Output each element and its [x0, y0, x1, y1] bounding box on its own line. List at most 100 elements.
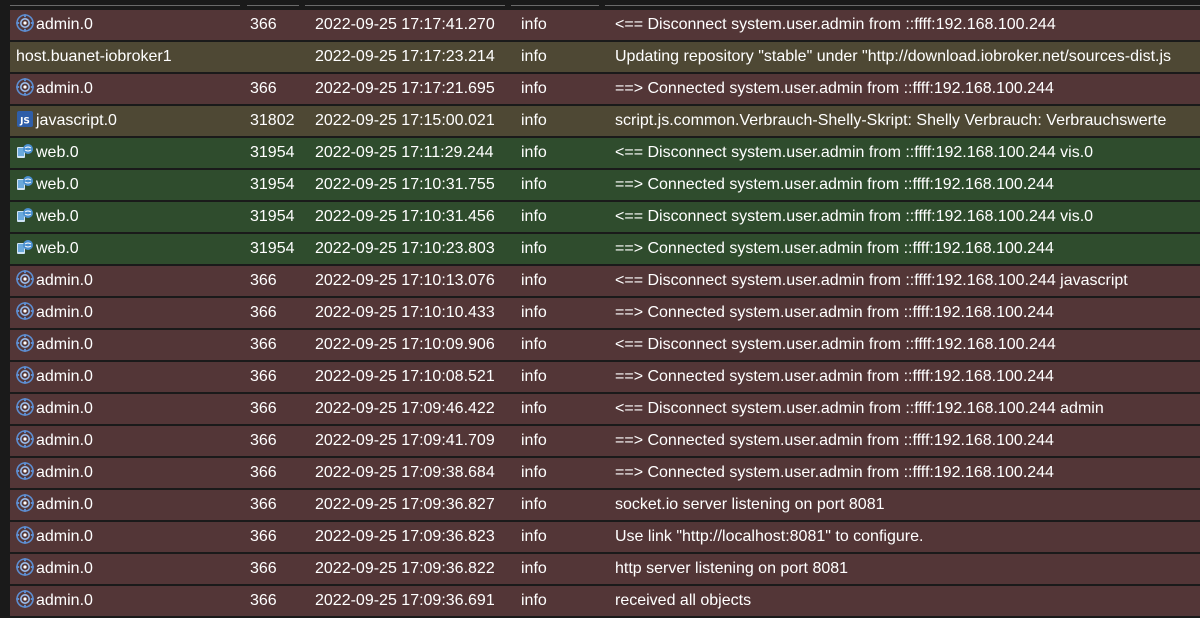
- admin-gear-icon: [16, 590, 34, 608]
- web-adapter-icon: [16, 238, 34, 256]
- log-source-text: admin.0: [36, 304, 93, 321]
- log-pid: 366: [250, 304, 277, 321]
- log-time: 2022-09-25 17:10:31.456: [315, 208, 495, 225]
- log-message: <== Disconnect system.user.admin from ::…: [615, 272, 1128, 289]
- log-message: <== Disconnect system.user.admin from ::…: [615, 336, 1056, 353]
- log-message: ==> Connected system.user.admin from ::f…: [615, 464, 1054, 481]
- log-source: admin.0: [16, 330, 93, 360]
- admin-gear-icon: [16, 78, 34, 96]
- admin-gear-icon: [16, 334, 34, 352]
- log-row[interactable]: web.0 31954 2022-09-25 17:10:31.456 info…: [10, 202, 1200, 232]
- log-source-text: admin.0: [36, 336, 93, 353]
- admin-gear-icon: [16, 558, 34, 576]
- log-row[interactable]: admin.0 366 2022-09-25 17:17:41.270 info…: [10, 10, 1200, 40]
- log-source-text: javascript.0: [36, 112, 117, 129]
- log-message: <== Disconnect system.user.admin from ::…: [615, 16, 1056, 33]
- log-time: 2022-09-25 17:10:31.755: [315, 176, 495, 193]
- log-source-text: web.0: [36, 208, 79, 225]
- log-time: 2022-09-25 17:09:38.684: [315, 464, 495, 481]
- log-source-text: admin.0: [36, 80, 93, 97]
- log-message: <== Disconnect system.user.admin from ::…: [615, 400, 1104, 417]
- log-severity: info: [521, 144, 547, 161]
- log-severity: info: [521, 464, 547, 481]
- log-table: admin.0 366 2022-09-25 17:17:41.270 info…: [10, 10, 1200, 618]
- log-time: 2022-09-25 17:09:41.709: [315, 432, 495, 449]
- admin-gear-icon: [16, 302, 34, 320]
- log-severity: info: [521, 176, 547, 193]
- log-pid: 31954: [250, 176, 295, 193]
- log-severity: info: [521, 112, 547, 129]
- log-severity: info: [521, 368, 547, 385]
- log-message: ==> Connected system.user.admin from ::f…: [615, 368, 1054, 385]
- log-message: ==> Connected system.user.admin from ::f…: [615, 304, 1054, 321]
- web-adapter-icon: [16, 174, 34, 192]
- javascript-js-icon: JS: [16, 110, 34, 128]
- log-source: admin.0: [16, 426, 93, 456]
- log-severity: info: [521, 272, 547, 289]
- log-source-text: admin.0: [36, 432, 93, 449]
- log-source-text: host.buanet-iobroker1: [16, 48, 172, 65]
- log-source: admin.0: [16, 458, 93, 488]
- log-source: admin.0: [16, 74, 93, 104]
- web-adapter-icon: [16, 206, 34, 224]
- admin-gear-icon: [16, 366, 34, 384]
- log-severity: info: [521, 240, 547, 257]
- log-severity: info: [521, 304, 547, 321]
- log-severity: info: [521, 208, 547, 225]
- log-severity: info: [521, 432, 547, 449]
- log-source-text: admin.0: [36, 496, 93, 513]
- web-adapter-icon: [16, 142, 34, 160]
- log-row[interactable]: admin.0 366 2022-09-25 17:09:41.709 info…: [10, 426, 1200, 456]
- log-row[interactable]: host.buanet-iobroker1 2022-09-25 17:17:2…: [10, 42, 1200, 72]
- log-message: ==> Connected system.user.admin from ::f…: [615, 176, 1054, 193]
- log-pid: 366: [250, 80, 277, 97]
- log-row[interactable]: web.0 31954 2022-09-25 17:10:31.755 info…: [10, 170, 1200, 200]
- log-source-text: web.0: [36, 144, 79, 161]
- log-row[interactable]: admin.0 366 2022-09-25 17:10:09.906 info…: [10, 330, 1200, 360]
- log-source: admin.0: [16, 490, 93, 520]
- log-pid: 366: [250, 400, 277, 417]
- log-row[interactable]: admin.0 366 2022-09-25 17:09:36.822 info…: [10, 554, 1200, 584]
- log-row[interactable]: admin.0 366 2022-09-25 17:09:36.823 info…: [10, 522, 1200, 552]
- log-row[interactable]: web.0 31954 2022-09-25 17:11:29.244 info…: [10, 138, 1200, 168]
- log-pid: 31802: [250, 112, 295, 129]
- log-time: 2022-09-25 17:17:41.270: [315, 16, 495, 33]
- log-pid: 366: [250, 496, 277, 513]
- log-time: 2022-09-25 17:09:36.827: [315, 496, 495, 513]
- log-severity: info: [521, 400, 547, 417]
- log-time: 2022-09-25 17:10:09.906: [315, 336, 495, 353]
- log-row[interactable]: admin.0 366 2022-09-25 17:10:10.433 info…: [10, 298, 1200, 328]
- log-time: 2022-09-25 17:10:08.521: [315, 368, 495, 385]
- admin-gear-icon: [16, 494, 34, 512]
- log-source-text: admin.0: [36, 368, 93, 385]
- admin-gear-icon: [16, 430, 34, 448]
- log-pid: 31954: [250, 144, 295, 161]
- log-row[interactable]: JS javascript.0 31802 2022-09-25 17:15:00…: [10, 106, 1200, 136]
- log-severity: info: [521, 80, 547, 97]
- table-header-rule: [0, 0, 1200, 10]
- log-pid: 366: [250, 16, 277, 33]
- log-time: 2022-09-25 17:10:10.433: [315, 304, 495, 321]
- log-time: 2022-09-25 17:10:13.076: [315, 272, 495, 289]
- log-severity: info: [521, 496, 547, 513]
- log-row[interactable]: admin.0 366 2022-09-25 17:17:21.695 info…: [10, 74, 1200, 104]
- log-row[interactable]: admin.0 366 2022-09-25 17:09:46.422 info…: [10, 394, 1200, 424]
- log-source: web.0: [16, 170, 79, 200]
- log-row[interactable]: admin.0 366 2022-09-25 17:10:13.076 info…: [10, 266, 1200, 296]
- log-pid: 366: [250, 464, 277, 481]
- log-row[interactable]: admin.0 366 2022-09-25 17:09:36.827 info…: [10, 490, 1200, 520]
- admin-gear-icon: [16, 526, 34, 544]
- svg-text:JS: JS: [19, 117, 30, 127]
- admin-gear-icon: [16, 462, 34, 480]
- log-source: admin.0: [16, 554, 93, 584]
- log-message: Use link "http://localhost:8081" to conf…: [615, 528, 924, 545]
- log-row[interactable]: admin.0 366 2022-09-25 17:09:38.684 info…: [10, 458, 1200, 488]
- log-row[interactable]: admin.0 366 2022-09-25 17:10:08.521 info…: [10, 362, 1200, 392]
- log-pid: 366: [250, 336, 277, 353]
- log-source: admin.0: [16, 394, 93, 424]
- log-source: admin.0: [16, 266, 93, 296]
- log-row[interactable]: web.0 31954 2022-09-25 17:10:23.803 info…: [10, 234, 1200, 264]
- admin-gear-icon: [16, 398, 34, 416]
- log-time: 2022-09-25 17:17:23.214: [315, 48, 495, 65]
- log-source: web.0: [16, 234, 79, 264]
